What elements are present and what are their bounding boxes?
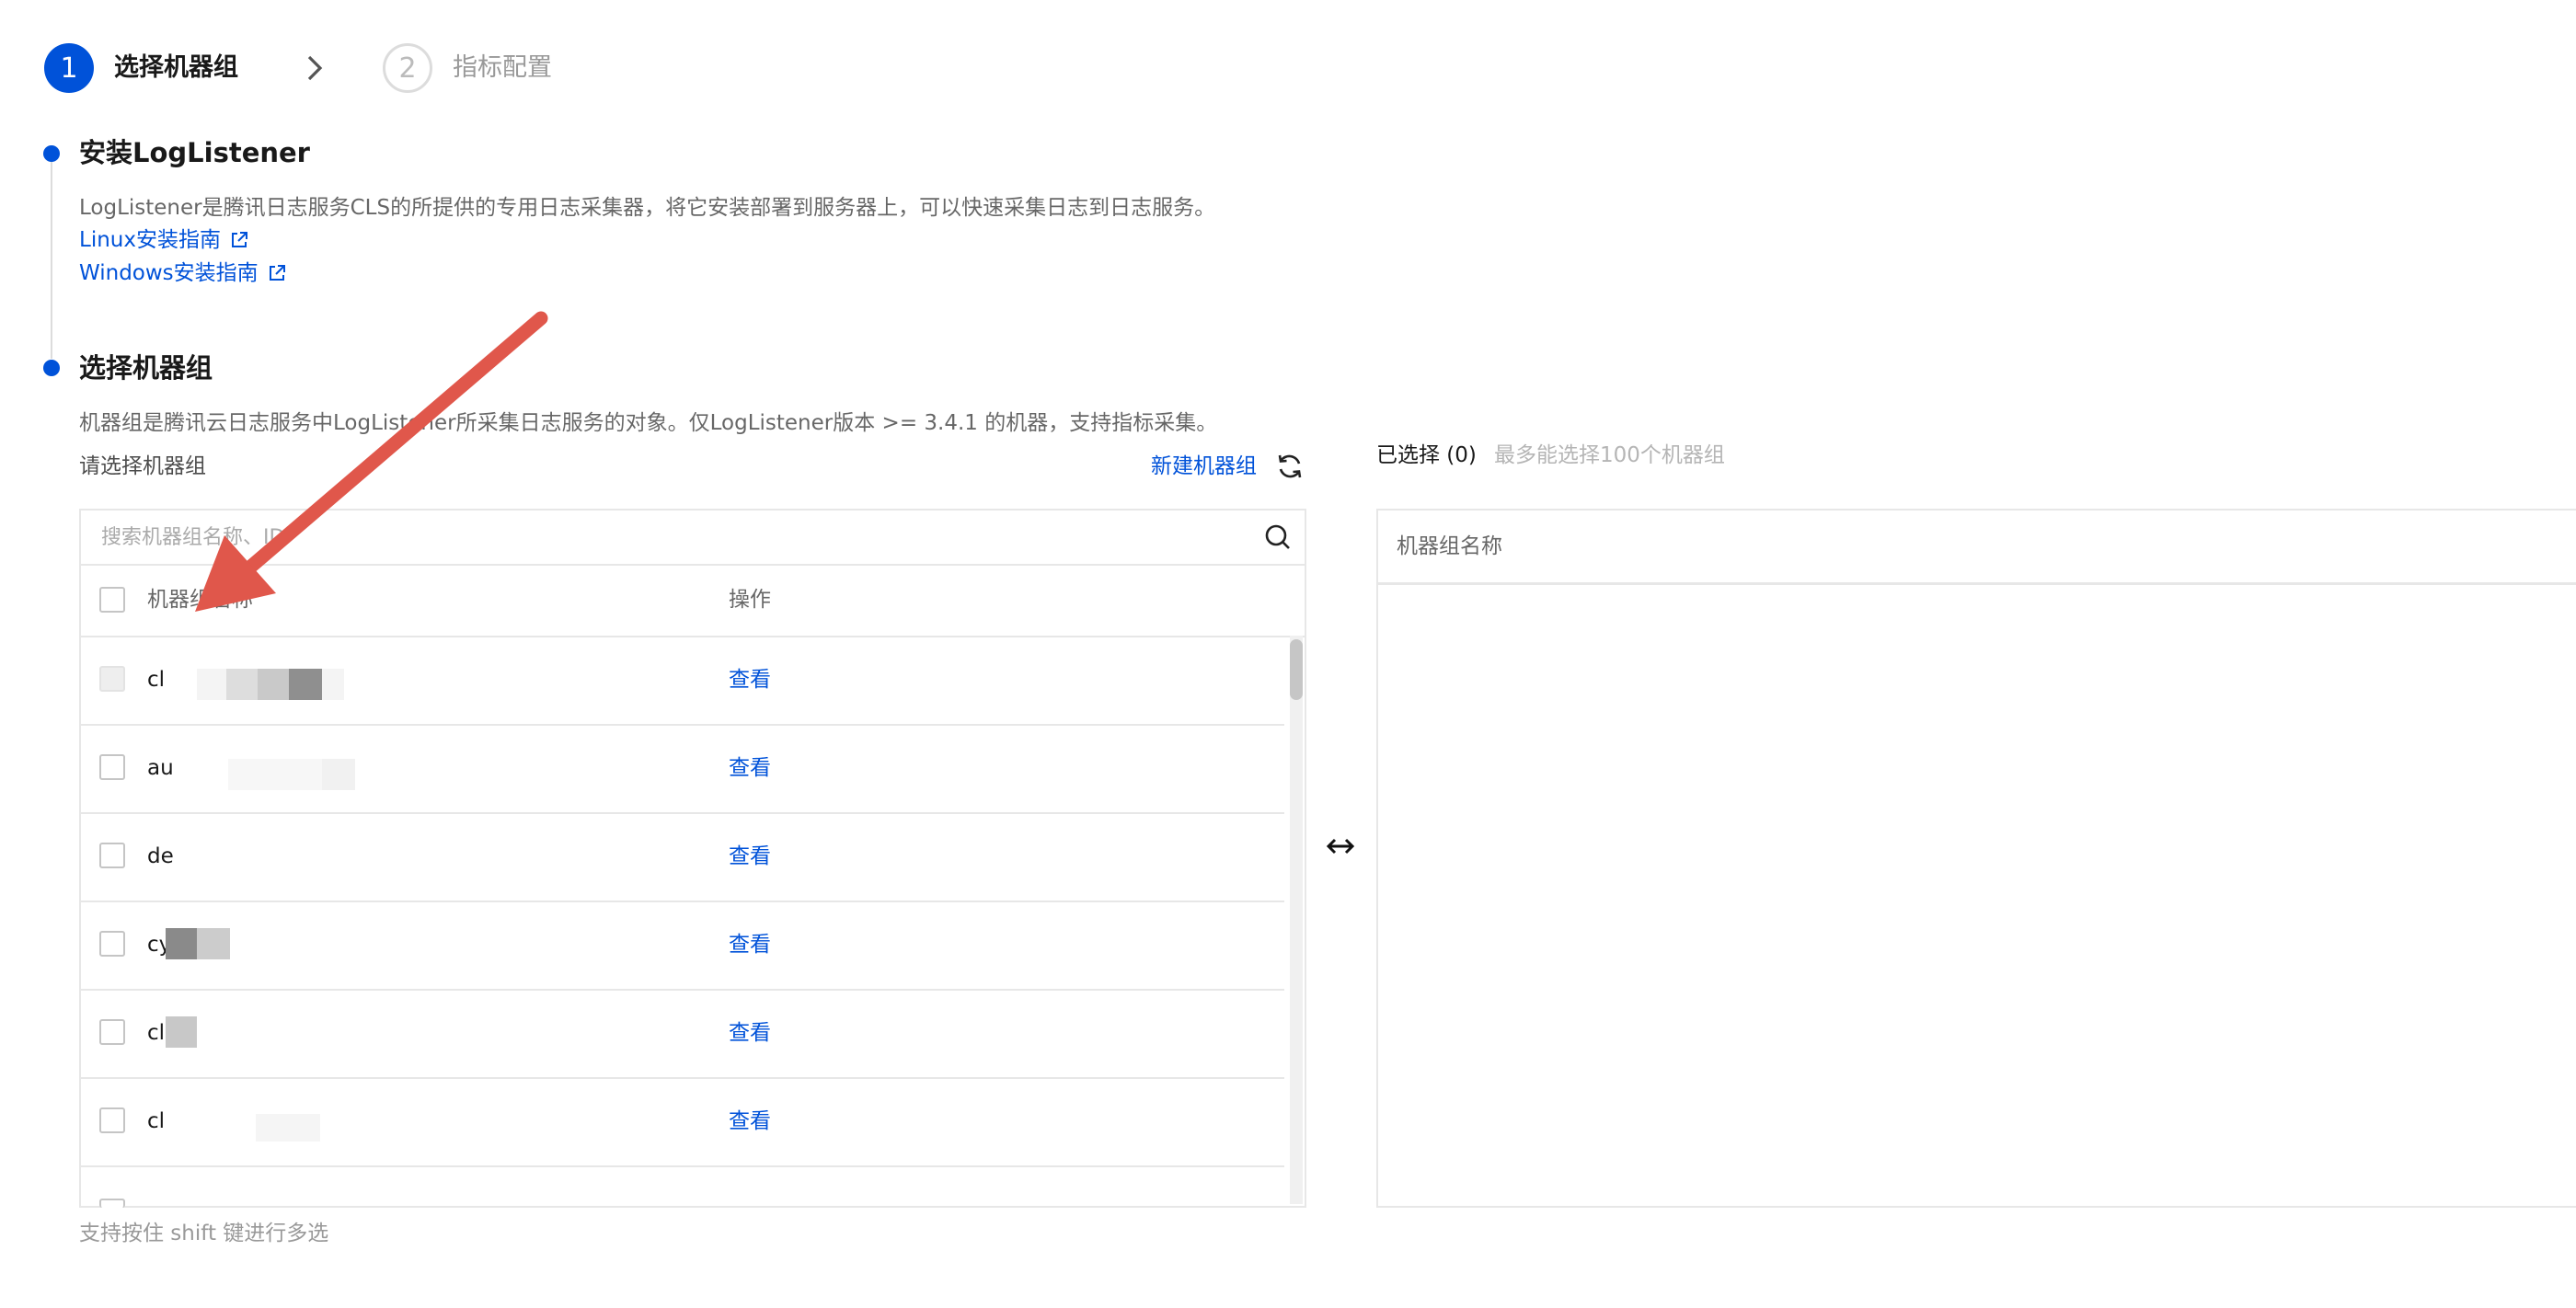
annotation-arrow (195, 311, 548, 612)
